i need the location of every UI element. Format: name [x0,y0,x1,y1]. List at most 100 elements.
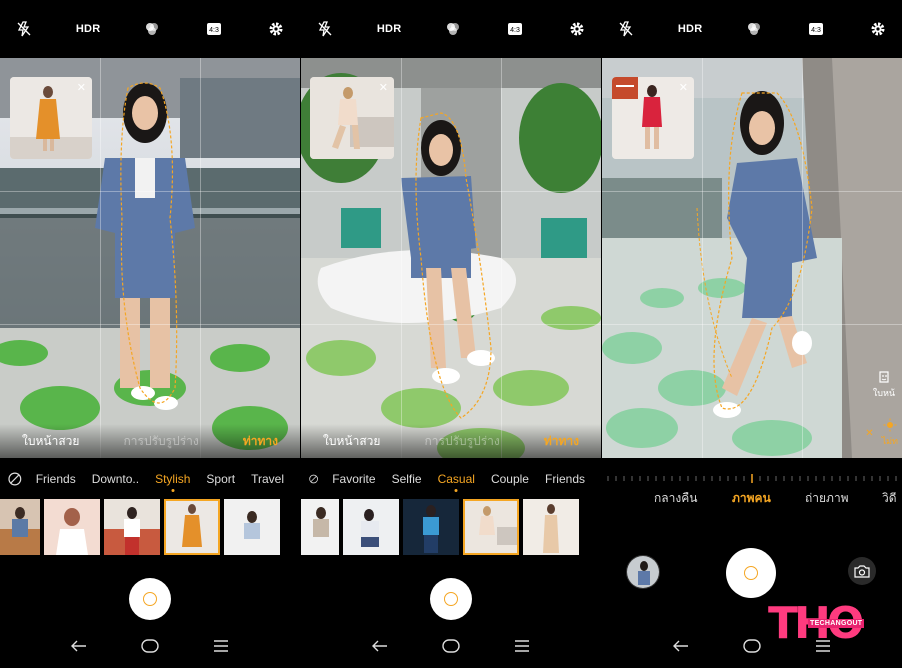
category-friends[interactable]: Friends [545,472,585,486]
menu-icon[interactable] [511,635,533,657]
close-icon[interactable]: ✕ [77,81,86,94]
pose-thumbnail[interactable] [523,499,579,555]
light-effect-label: ไม่ท [881,436,898,446]
gallery-thumbnail[interactable] [626,555,660,589]
close-icon[interactable]: ✕ [379,81,388,94]
shutter-ring [143,592,157,606]
mode-body-shape[interactable]: การปรับรูปร่าง [124,432,199,451]
camera-switch-icon [854,565,870,578]
close-icon[interactable]: ✕ [679,81,688,94]
category-casual[interactable]: Casual [438,472,475,486]
aspect-ratio-icon[interactable]: 4:3 [505,19,525,39]
back-icon[interactable] [68,635,90,657]
light-sun-icon [883,418,897,432]
mode-night[interactable]: กลางคืน [654,489,697,508]
camera-panel-portrait: HDR 4:3 ✕ ใบหน้ ✕ ไม่ท กลางคืน ภาพคน ถ่า… [602,0,902,668]
mode-portrait[interactable]: ภาพคน [732,489,771,508]
category-selfie[interactable]: Selfie [392,472,422,486]
camera-top-bar: HDR 4:3 [602,0,902,58]
shutter-ring [744,566,758,580]
system-nav-bar [301,624,601,668]
pose-category-row: Friends Downto.. Stylish Sport Travel [0,468,300,490]
pose-thumbnail[interactable] [224,499,280,555]
pose-thumbnail-strip [0,499,300,557]
light-off-x-icon[interactable]: ✕ [865,428,873,439]
grid-line [0,191,300,192]
aspect-ratio-icon[interactable]: 4:3 [204,19,224,39]
pose-reference-preview[interactable]: ✕ [612,77,694,159]
pose-reference-preview[interactable]: ✕ [310,77,394,159]
pose-thumbnail[interactable] [104,499,160,555]
home-icon[interactable] [741,635,763,657]
pose-reference-preview[interactable]: ✕ [10,77,92,159]
home-icon[interactable] [440,635,462,657]
settings-gear-icon[interactable] [266,19,286,39]
grid-line [802,58,803,458]
home-icon[interactable] [139,635,161,657]
aspect-ratio-icon[interactable]: 4:3 [806,19,826,39]
techhangout-watermark-logo: THO TECHANGOUT [768,602,876,650]
no-pose-icon[interactable] [309,472,318,486]
mode-beauty-face[interactable]: ใบหน้าสวย [323,432,380,451]
category-travel[interactable]: Travel [251,472,284,486]
no-pose-icon[interactable] [8,472,22,486]
grid-line [702,58,703,458]
switch-camera-button[interactable] [848,557,876,585]
category-sport[interactable]: Sport [206,472,235,486]
flash-off-icon[interactable] [14,19,34,39]
svg-text:4:3: 4:3 [209,27,219,34]
category-couple[interactable]: Couple [491,472,529,486]
face-beauty-label: ใบหน้ [872,388,896,398]
camera-panel-stylish: HDR 4:3 ✕ ใบหน้าสวย การปรับรูปร่าง ท่าทา… [0,0,300,668]
pose-thumbnail[interactable] [403,499,459,555]
grid-line [0,324,300,325]
settings-gear-icon[interactable] [567,19,587,39]
settings-gear-icon[interactable] [868,19,888,39]
shutter-button[interactable] [430,578,472,620]
svg-text:4:3: 4:3 [510,27,520,34]
camera-top-bar: HDR 4:3 [301,0,601,58]
pose-thumbnail[interactable] [301,499,339,555]
camera-panel-casual: HDR 4:3 ✕ ใบหน้าสวย การปรับรูปร่าง ท่าทา… [301,0,601,668]
pose-thumbnail-selected[interactable] [164,499,220,555]
light-effect-control[interactable]: ✕ ไม่ท [850,418,898,448]
mode-photo[interactable]: ถ่ายภาพ [805,489,849,508]
camera-viewfinder[interactable]: ✕ ใบหน้ ✕ ไม่ท [602,58,902,458]
shutter-button[interactable] [129,578,171,620]
hdr-toggle[interactable]: HDR [76,23,101,35]
shutter-button[interactable] [726,548,776,598]
camera-viewfinder[interactable]: ✕ ใบหน้าสวย การปรับรูปร่าง ท่าทาง [301,58,601,458]
mode-body-shape[interactable]: การปรับรูปร่าง [425,432,500,451]
filter-icon[interactable] [443,19,463,39]
pose-thumbnail[interactable] [343,499,399,555]
filter-icon[interactable] [744,19,764,39]
grid-line [602,191,902,192]
grid-line [301,191,601,192]
flash-off-icon[interactable] [616,19,636,39]
face-beauty-control[interactable]: ใบหน้ [870,370,898,400]
watermark-sub-text: TECHANGOUT [808,619,865,628]
category-friends[interactable]: Friends [36,472,76,486]
pose-thumbnail-selected[interactable] [463,499,519,555]
mode-beauty-face[interactable]: ใบหน้าสวย [22,432,79,451]
back-icon[interactable] [670,635,692,657]
grid-line [501,58,502,458]
hdr-toggle[interactable]: HDR [678,23,703,35]
category-favorite[interactable]: Favorite [332,472,375,486]
camera-mode-row: กลางคืน ภาพคน ถ่ายภาพ วิดี [602,487,902,509]
mode-pose[interactable]: ท่าทาง [243,432,278,451]
grid-line [200,58,201,458]
pose-thumbnail[interactable] [44,499,100,555]
menu-icon[interactable] [210,635,232,657]
hdr-toggle[interactable]: HDR [377,23,402,35]
flash-off-icon[interactable] [315,19,335,39]
pose-thumbnail[interactable] [0,499,40,555]
back-icon[interactable] [369,635,391,657]
category-downtown[interactable]: Downto.. [92,472,139,486]
camera-viewfinder[interactable]: ✕ ใบหน้าสวย การปรับรูปร่าง ท่าทาง [0,58,300,458]
mode-pose[interactable]: ท่าทาง [544,432,579,451]
shutter-ring [444,592,458,606]
mode-video[interactable]: วิดี [882,489,897,508]
filter-icon[interactable] [142,19,162,39]
category-stylish[interactable]: Stylish [155,472,190,486]
